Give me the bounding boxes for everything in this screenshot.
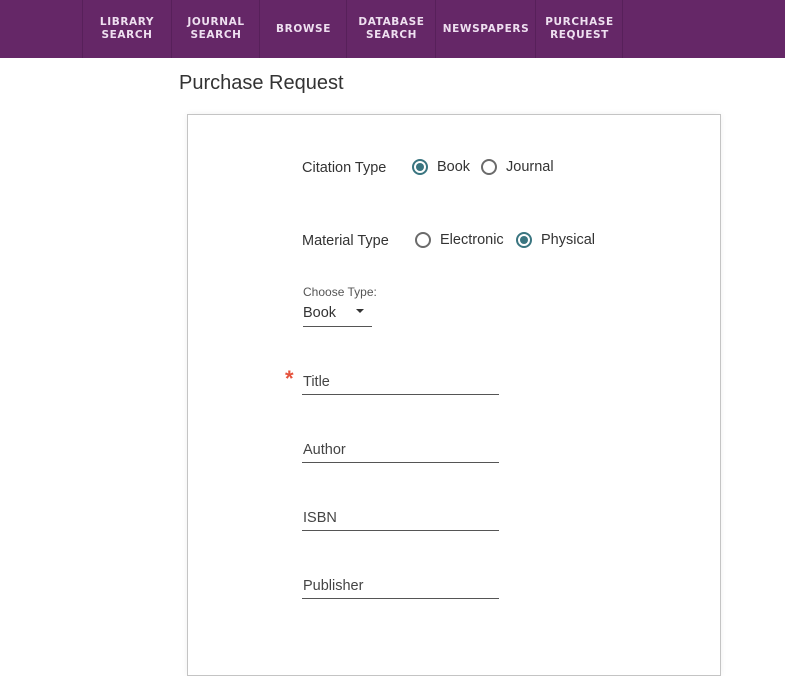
publisher-label: Publisher bbox=[303, 578, 364, 594]
nav-divider bbox=[622, 0, 623, 58]
radio-unchecked-icon bbox=[481, 159, 497, 175]
radio-checked-icon bbox=[516, 232, 532, 248]
radio-label: Physical bbox=[541, 232, 595, 248]
radio-label: Electronic bbox=[440, 232, 504, 248]
choose-type-select[interactable]: Book bbox=[303, 304, 372, 327]
radio-unchecked-icon bbox=[415, 232, 431, 248]
material-type-label: Material Type bbox=[302, 233, 389, 249]
nav-newspapers[interactable]: NEWSPAPERS bbox=[435, 0, 536, 58]
isbn-input[interactable]: ISBN bbox=[302, 508, 499, 531]
radio-checked-icon bbox=[412, 159, 428, 175]
author-label: Author bbox=[303, 442, 346, 458]
isbn-label: ISBN bbox=[303, 510, 337, 526]
publisher-input[interactable]: Publisher bbox=[302, 576, 499, 599]
nav-database-search[interactable]: DATABASE SEARCH bbox=[346, 0, 436, 58]
radio-material-physical[interactable]: Physical bbox=[516, 232, 595, 248]
page-title: Purchase Request bbox=[179, 72, 344, 94]
author-input[interactable]: Author bbox=[302, 440, 499, 463]
radio-material-electronic[interactable]: Electronic bbox=[415, 232, 504, 248]
choose-type-value: Book bbox=[303, 305, 337, 321]
title-label: Title bbox=[303, 374, 330, 390]
title-input[interactable]: Title bbox=[302, 372, 499, 395]
top-navbar: LIBRARY SEARCH JOURNAL SEARCH BROWSE DAT… bbox=[0, 0, 785, 58]
nav-library-search[interactable]: LIBRARY SEARCH bbox=[82, 0, 171, 58]
nav-browse[interactable]: BROWSE bbox=[259, 0, 347, 58]
nav-purchase-request[interactable]: PURCHASE REQUEST bbox=[535, 0, 623, 58]
required-asterisk-icon: * bbox=[285, 366, 294, 391]
radio-label: Journal bbox=[506, 159, 554, 175]
choose-type-label: Choose Type: bbox=[303, 285, 377, 299]
radio-citation-journal[interactable]: Journal bbox=[481, 159, 554, 175]
caret-down-icon bbox=[356, 309, 364, 313]
radio-label: Book bbox=[437, 159, 471, 175]
citation-type-label: Citation Type bbox=[302, 160, 387, 176]
nav-journal-search[interactable]: JOURNAL SEARCH bbox=[171, 0, 260, 58]
radio-citation-book[interactable]: Book bbox=[412, 159, 470, 175]
